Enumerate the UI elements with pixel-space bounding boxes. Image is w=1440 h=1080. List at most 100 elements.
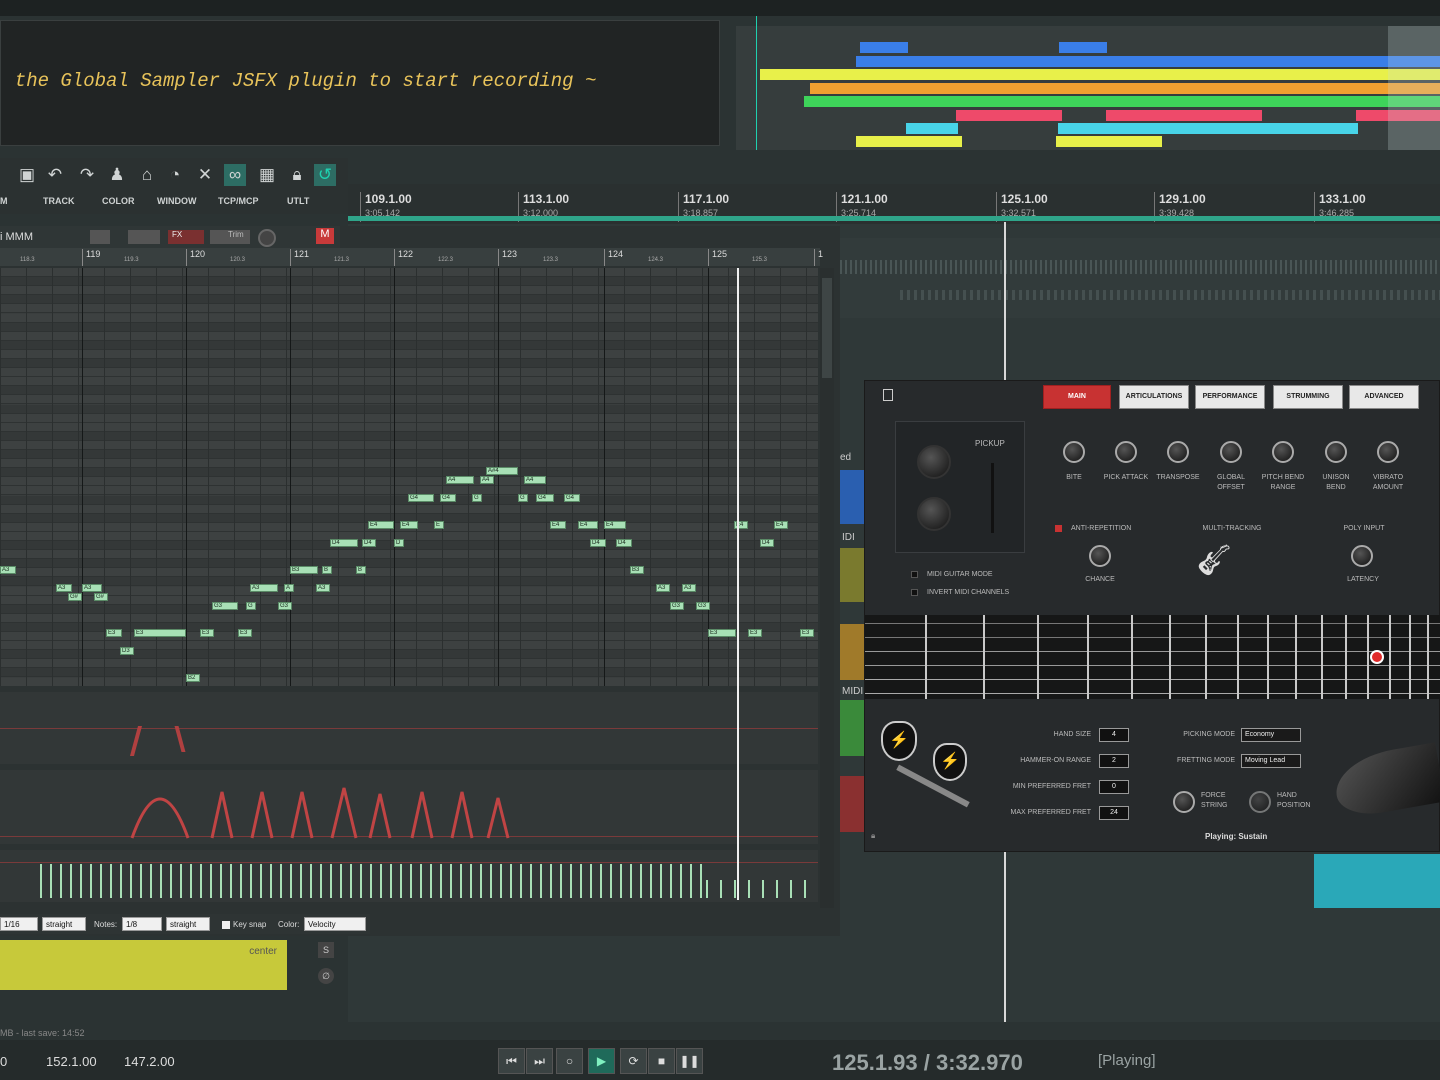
key-snap-checkbox[interactable] (222, 921, 230, 929)
knob-pick-attack[interactable] (1115, 441, 1137, 463)
tab-strumming[interactable]: STRUMMING (1273, 385, 1343, 409)
midi-note[interactable]: D4 (760, 539, 774, 547)
toolbar-label-tcp-mcp[interactable]: TCP/MCP (218, 196, 259, 206)
tab-performance[interactable]: PERFORMANCE (1195, 385, 1265, 409)
midi-note[interactable]: B2 (186, 674, 200, 682)
toolbar-label-track[interactable]: TRACK (43, 196, 75, 206)
house-icon[interactable]: ⌂ (136, 164, 158, 186)
midi-note[interactable]: G3 (696, 602, 710, 610)
pause-button[interactable]: ❚❚ (676, 1048, 703, 1074)
midi-note[interactable]: A#4 (486, 467, 518, 475)
guitar-icon[interactable]: 🎸︎ (1195, 543, 1265, 583)
midi-note[interactable]: A3 (82, 584, 102, 592)
color-select[interactable]: Velocity (304, 917, 366, 931)
hammer-on-range-field[interactable]: 2 (1099, 754, 1129, 768)
track-name[interactable]: i MMM (0, 231, 33, 243)
preset-icon[interactable] (883, 389, 893, 401)
tab-advanced[interactable]: ADVANCED (1349, 385, 1419, 409)
midi-clip-cyan[interactable] (1314, 854, 1440, 908)
knob-pitch-bend-range[interactable] (1272, 441, 1294, 463)
midi-note[interactable]: G# (94, 593, 108, 601)
cc-lane-modwheel[interactable] (0, 770, 818, 844)
metronome-icon[interactable]: ♟ (106, 164, 128, 186)
notes-mode-select[interactable]: straight (166, 917, 210, 931)
midi-note[interactable]: G4 (408, 494, 434, 502)
cross-icon[interactable]: ✕ (194, 164, 216, 186)
midi-note[interactable]: G# (68, 593, 82, 601)
midi-note[interactable]: E (434, 521, 444, 529)
piano-roll[interactable]: A4 A4 A#4 A4 G4 G4 G G G4 G4 E4 E4 E E4 E4 E4 E4 E4 D4 D4 D D… (0, 268, 818, 686)
midi-note[interactable]: D4 (330, 539, 358, 547)
midi-note[interactable]: E4 (368, 521, 394, 529)
trim-button[interactable]: Trim (210, 230, 250, 244)
tab-articulations[interactable]: ARTICULATIONS (1119, 385, 1189, 409)
velocity-lane[interactable] (0, 850, 818, 902)
midi-note[interactable]: E3 (134, 629, 186, 637)
toolbar-label-utlt[interactable]: UTLT (287, 196, 309, 206)
picking-mode-select[interactable]: Economy (1241, 728, 1301, 742)
midi-note[interactable]: A3 (0, 566, 16, 574)
grid-select[interactable]: 1/16 (0, 917, 38, 931)
midi-note[interactable]: E3 (748, 629, 762, 637)
midi-note[interactable]: E3 (238, 629, 252, 637)
midi-note[interactable]: A3 (56, 584, 72, 592)
midi-note[interactable]: G4 (440, 494, 456, 502)
midi-note[interactable]: E4 (774, 521, 788, 529)
min-preferred-fret-field[interactable]: 0 (1099, 780, 1129, 794)
midi-ruler[interactable]: 119 120 121 122 123 124 125 1 118.3 119.… (0, 248, 823, 266)
midi-guitar-mode-checkbox[interactable] (911, 571, 918, 578)
knob-unison-bend[interactable] (1325, 441, 1347, 463)
midi-note[interactable]: B (356, 566, 366, 574)
invert-midi-checkbox[interactable] (911, 589, 918, 596)
midi-note[interactable]: E4 (550, 521, 566, 529)
midi-note[interactable]: A3 (250, 584, 278, 592)
midi-note[interactable]: G4 (564, 494, 580, 502)
record-arm-button[interactable] (128, 230, 160, 244)
solo-button[interactable]: S (318, 942, 334, 958)
link-icon[interactable]: ∞ (224, 164, 246, 186)
stop-button[interactable]: ■ (648, 1048, 675, 1074)
midi-note[interactable]: G4 (536, 494, 554, 502)
fretboard[interactable] (865, 615, 1440, 699)
midi-note[interactable]: A3 (656, 584, 670, 592)
midi-note[interactable]: G (472, 494, 482, 502)
midi-note[interactable]: D4 (590, 539, 606, 547)
midi-note[interactable]: A3 (316, 584, 330, 592)
midi-note[interactable]: E4 (578, 521, 598, 529)
tab-main[interactable]: MAIN (1043, 385, 1111, 409)
pickup-knob-top[interactable] (917, 445, 951, 479)
midi-note[interactable]: A4 (446, 476, 474, 484)
midi-item[interactable]: center (0, 940, 287, 990)
midi-note[interactable]: D3 (120, 647, 134, 655)
grid-icon[interactable]: ▦ (256, 164, 278, 186)
midi-note[interactable]: G3 (670, 602, 684, 610)
midi-note[interactable]: E3 (106, 629, 122, 637)
toolbar-label-window[interactable]: WINDOW (157, 196, 197, 206)
midi-note[interactable]: B (322, 566, 332, 574)
loop-icon[interactable]: ↺ (314, 164, 336, 186)
repeat-button[interactable]: ⟳ (620, 1048, 647, 1074)
midi-note[interactable]: A4 (524, 476, 546, 484)
fretting-mode-select[interactable]: Moving Lead (1241, 754, 1301, 768)
midi-note[interactable]: G3 (212, 602, 238, 610)
midi-note[interactable]: A (284, 584, 294, 592)
toolbar-label-color[interactable]: COLOR (102, 196, 135, 206)
hand-size-field[interactable]: 4 (1099, 728, 1129, 742)
midi-note[interactable]: G3 (278, 602, 292, 610)
redo-icon[interactable]: ↷ (76, 164, 98, 186)
pickup-slider[interactable] (991, 463, 994, 533)
midi-note[interactable]: D (394, 539, 404, 547)
midi-note[interactable]: E4 (400, 521, 418, 529)
knob-global-offset[interactable] (1220, 441, 1242, 463)
knob-latency[interactable] (1351, 545, 1373, 567)
midi-note[interactable]: D4 (616, 539, 632, 547)
midi-note[interactable]: G (518, 494, 528, 502)
midi-note[interactable]: E3 (708, 629, 736, 637)
lock-icon[interactable]: 🔒︎ (286, 164, 308, 186)
knob-transpose[interactable] (1167, 441, 1189, 463)
mute-button[interactable]: M (316, 228, 334, 244)
record-button[interactable]: ○ (556, 1048, 583, 1074)
knob-force-string[interactable] (1173, 791, 1195, 813)
go-end-button[interactable]: ⏭ (526, 1048, 553, 1074)
anti-repetition-toggle[interactable] (1055, 525, 1062, 532)
